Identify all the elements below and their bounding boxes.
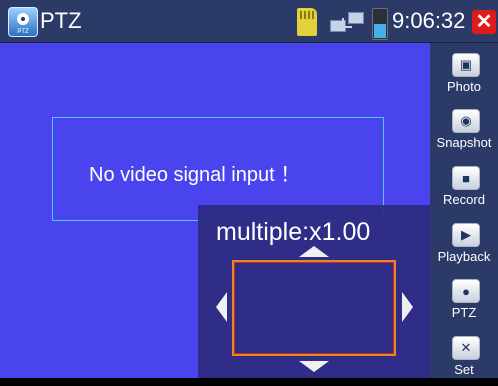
- snapshot-button[interactable]: ◉ Snapshot: [430, 103, 498, 159]
- playback-icon: ▶: [452, 223, 480, 247]
- close-button[interactable]: ✕: [472, 10, 496, 34]
- battery-icon: [372, 8, 388, 40]
- ptz-button[interactable]: ● PTZ: [430, 273, 498, 329]
- playback-label: Playback: [437, 249, 491, 264]
- photo-icon: ▣: [452, 53, 480, 77]
- no-signal-message: No video signal input ！: [89, 164, 301, 186]
- zoom-selection-box[interactable]: [232, 260, 396, 356]
- network-icon: [330, 10, 366, 36]
- record-button[interactable]: ■ Record: [430, 160, 498, 216]
- pan-right-arrow-icon[interactable]: [402, 292, 413, 322]
- pan-down-arrow-icon[interactable]: [299, 361, 329, 372]
- window-title: PTZ: [40, 8, 82, 33]
- ptz-camera-icon: ●: [452, 279, 480, 303]
- video-camera-icon: ■: [452, 166, 480, 190]
- set-label: Set: [454, 362, 474, 377]
- pan-up-arrow-icon[interactable]: [299, 246, 329, 257]
- ptz-app-icon: PTZ: [8, 7, 38, 37]
- settings-tools-icon: ✕: [452, 336, 480, 360]
- app-icon-label: PTZ: [17, 29, 29, 35]
- pan-left-arrow-icon[interactable]: [216, 292, 227, 322]
- ptz-label: PTZ: [451, 305, 477, 320]
- camera-icon: ◉: [452, 109, 480, 133]
- sidebar: ▣ Photo ◉ Snapshot ■ Record ▶ Playback ●…: [430, 43, 498, 378]
- sd-card-icon: [297, 8, 317, 36]
- snapshot-label: Snapshot: [436, 135, 492, 150]
- playback-button[interactable]: ▶ Playback: [430, 217, 498, 273]
- zoom-multiple-text: multiple:x1.00: [216, 218, 371, 246]
- photo-label: Photo: [447, 79, 481, 94]
- title-bar: PTZ PTZ 9:06:32 ✕: [0, 0, 498, 43]
- record-label: Record: [443, 192, 485, 207]
- photo-button[interactable]: ▣ Photo: [430, 47, 498, 103]
- clock-text: 9:06:32: [392, 8, 466, 33]
